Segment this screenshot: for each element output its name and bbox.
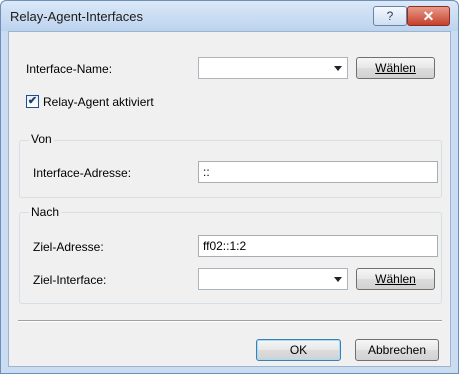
von-group-title: Von: [29, 132, 54, 146]
window-title: Relay-Agent-Interfaces: [10, 9, 143, 24]
interface-name-choose-button[interactable]: Wählen: [356, 57, 435, 79]
nach-group-title: Nach: [29, 205, 62, 219]
interface-address-input[interactable]: ::: [198, 161, 438, 183]
target-address-input[interactable]: ff02::1:2: [198, 235, 438, 257]
checkmark-icon: ✔: [27, 95, 38, 107]
target-interface-choose-label: Wählen: [375, 272, 416, 286]
ok-label: OK: [289, 343, 308, 357]
nach-group: [19, 212, 442, 304]
chevron-down-icon: [334, 66, 342, 71]
chevron-down-icon: [334, 277, 342, 282]
cancel-label: Abbrechen: [367, 343, 427, 357]
title-bar[interactable]: Relay-Agent-Interfaces ? ✕: [1, 1, 458, 31]
interface-address-label: Interface-Adresse:: [33, 166, 132, 180]
dialog-window: Relay-Agent-Interfaces ? ✕ Interface-Nam…: [0, 0, 459, 374]
dialog-content: Interface-Name: Wählen ✔ Relay-Agent akt…: [8, 31, 451, 367]
interface-name-choose-label: Wählen: [375, 61, 416, 75]
interface-name-select[interactable]: [198, 57, 348, 79]
target-interface-label: Ziel-Interface:: [33, 273, 107, 287]
ok-button[interactable]: OK: [256, 339, 341, 361]
target-address-label: Ziel-Adresse:: [33, 240, 104, 254]
footer-divider: [18, 320, 442, 322]
interface-name-label: Interface-Name:: [26, 62, 113, 76]
target-interface-select[interactable]: [198, 268, 348, 290]
target-interface-choose-button[interactable]: Wählen: [356, 268, 435, 290]
help-icon: ?: [386, 9, 394, 23]
help-button[interactable]: ?: [373, 6, 407, 26]
close-button[interactable]: ✕: [407, 6, 450, 26]
relay-agent-checkbox[interactable]: ✔: [26, 95, 39, 108]
close-icon: ✕: [422, 7, 435, 24]
relay-agent-label[interactable]: Relay-Agent aktiviert: [43, 95, 154, 109]
cancel-button[interactable]: Abbrechen: [355, 339, 439, 361]
